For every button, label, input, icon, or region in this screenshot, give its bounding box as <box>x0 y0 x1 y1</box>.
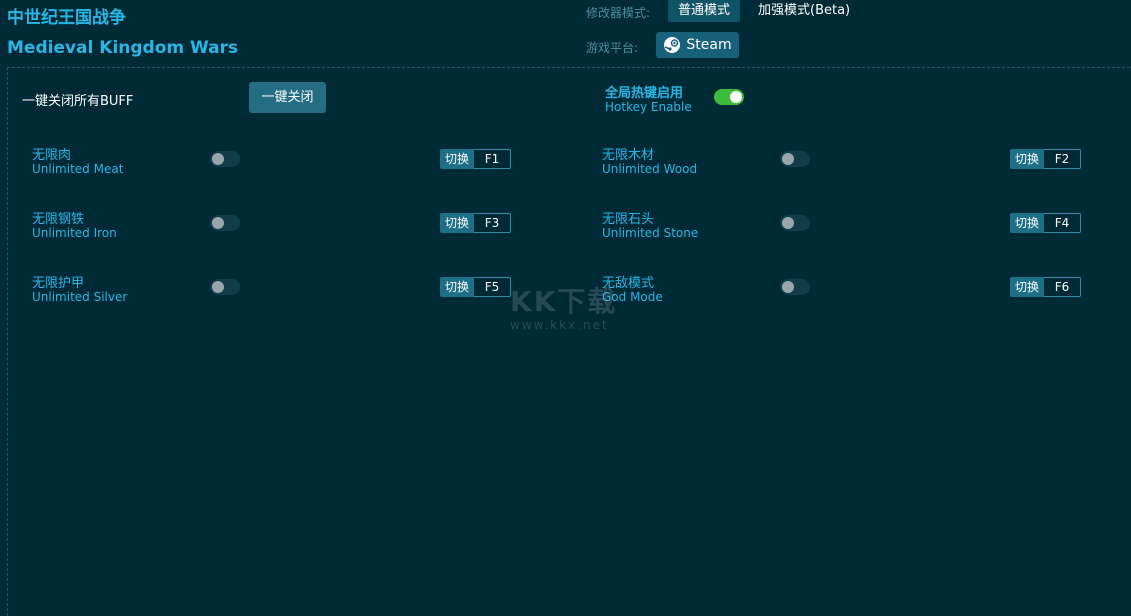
cheat-toggle-meat[interactable] <box>210 151 240 167</box>
cheat-panel <box>7 67 1130 616</box>
hotkey-key: F5 <box>474 277 511 297</box>
cheat-label-cn: 无限木材 <box>602 148 655 163</box>
platform-label: 游戏平台: <box>586 41 639 55</box>
hotkey-key: F6 <box>1044 277 1081 297</box>
steam-icon <box>663 36 681 54</box>
hotkey-switch-iron[interactable]: 切换 F3 <box>440 213 511 233</box>
disable-all-buff-label: 一键关闭所有BUFF <box>22 94 134 109</box>
cheat-toggle-stone[interactable] <box>780 215 810 231</box>
cheat-toggle-iron[interactable] <box>210 215 240 231</box>
disable-all-button[interactable]: 一键关闭 <box>249 82 326 113</box>
switch-label: 切换 <box>440 149 474 169</box>
hotkey-key: F2 <box>1044 149 1081 169</box>
hotkey-enable-toggle[interactable] <box>714 89 744 105</box>
hotkey-switch-armor[interactable]: 切换 F5 <box>440 277 511 297</box>
mode-label: 修改器模式: <box>586 6 651 20</box>
cheat-label-en: Unlimited Stone <box>602 226 699 240</box>
hotkey-key: F3 <box>474 213 511 233</box>
app-title-cn: 中世纪王国战争 <box>7 8 126 28</box>
cheat-label-en: Unlimited Wood <box>602 162 698 176</box>
hotkey-switch-wood[interactable]: 切换 F2 <box>1010 149 1081 169</box>
switch-label: 切换 <box>440 277 474 297</box>
cheat-label-cn: 无限肉 <box>32 148 72 163</box>
toggle-knob <box>212 281 224 293</box>
cheat-toggle-god-mode[interactable] <box>780 279 810 295</box>
hotkey-switch-stone[interactable]: 切换 F4 <box>1010 213 1081 233</box>
steam-label: Steam <box>686 37 732 53</box>
mode-normal-button[interactable]: 普通模式 <box>668 0 740 22</box>
toggle-knob <box>212 217 224 229</box>
cheat-toggle-armor[interactable] <box>210 279 240 295</box>
toggle-knob <box>782 281 794 293</box>
cheat-label-en: Unlimited Iron <box>32 226 117 240</box>
app-title-en: Medieval Kingdom Wars <box>7 38 239 58</box>
toggle-knob <box>212 153 224 165</box>
hotkey-key: F4 <box>1044 213 1081 233</box>
switch-label: 切换 <box>1010 277 1044 297</box>
watermark-url: www.kkx.net <box>510 318 609 332</box>
toggle-knob <box>782 217 794 229</box>
cheat-label-cn: 无限钢铁 <box>32 212 85 227</box>
cheat-label-cn: 无限护甲 <box>32 276 85 291</box>
hotkey-enable-label-en: Hotkey Enable <box>605 100 692 114</box>
cheat-label-en: Unlimited Meat <box>32 162 124 176</box>
hotkey-switch-meat[interactable]: 切换 F1 <box>440 149 511 169</box>
mode-beta-button[interactable]: 加强模式(Beta) <box>758 2 850 20</box>
hotkey-enable-label-cn: 全局热键启用 <box>605 86 684 101</box>
hotkey-key: F1 <box>474 149 511 169</box>
cheat-label-en: Unlimited Silver <box>32 290 128 304</box>
watermark-logo: KK下载 <box>510 285 618 318</box>
steam-platform-button[interactable]: Steam <box>656 32 739 58</box>
watermark: KK下载 www.kkx.net <box>510 280 617 332</box>
cheat-label-cn: 无限石头 <box>602 212 655 227</box>
switch-label: 切换 <box>440 213 474 233</box>
cheat-toggle-wood[interactable] <box>780 151 810 167</box>
hotkey-switch-god-mode[interactable]: 切换 F6 <box>1010 277 1081 297</box>
toggle-knob <box>782 153 794 165</box>
switch-label: 切换 <box>1010 213 1044 233</box>
switch-label: 切换 <box>1010 149 1044 169</box>
